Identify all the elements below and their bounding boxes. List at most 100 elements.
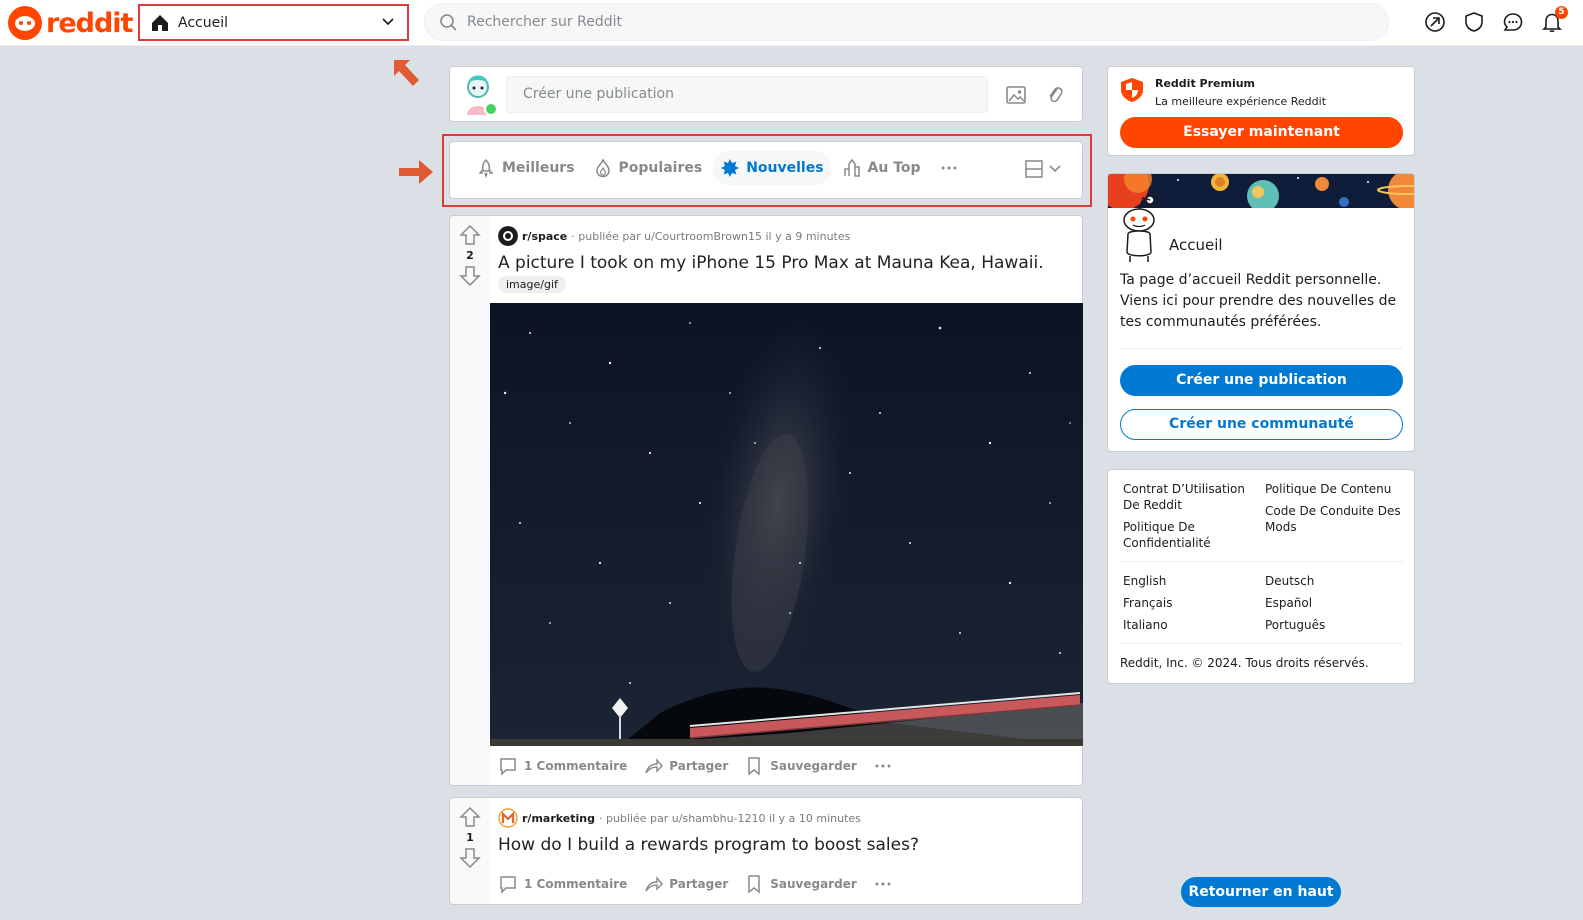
sort-best-label: Meilleurs [502,160,575,176]
share-button[interactable]: Partager [643,756,728,776]
divider [1120,561,1403,562]
create-post-input[interactable]: Créer une publication [506,76,988,113]
sort-top-tab[interactable]: Au Top [834,151,929,185]
card-layout-icon [1025,160,1043,178]
share-label: Partager [669,759,729,773]
create-post-card: Créer une publication [449,66,1083,122]
view-layout-dropdown[interactable] [1024,159,1062,179]
create-post-button[interactable]: Créer une publication [1120,365,1403,396]
language-french-link[interactable]: Français [1123,595,1261,611]
search-icon [440,14,457,31]
save-button[interactable]: Sauvegarder [744,756,857,776]
language-english-link[interactable]: English [1123,573,1261,589]
search-input[interactable]: Rechercher sur Reddit [424,3,1389,41]
language-italian-link[interactable]: Italiano [1123,617,1261,633]
popular-button[interactable] [1424,11,1446,33]
snoo-mascot-icon [1123,195,1155,262]
reddit-logo[interactable]: reddit [8,6,133,40]
comments-button[interactable]: 1 Commentaire [498,756,627,776]
reddit-snoo-icon [8,6,42,40]
content-policy-link[interactable]: Politique De Contenu [1265,481,1403,497]
sort-best-tab[interactable]: Meilleurs [468,151,583,185]
image-upload-icon[interactable] [1005,84,1027,106]
share-label: Partager [669,877,729,891]
vote-count: 2 [466,249,474,262]
back-to-top-button[interactable]: Retourner en haut [1181,877,1341,907]
premium-subtitle: La meilleure expérience Reddit [1155,95,1327,108]
premium-shield-icon [1121,78,1143,102]
sort-more-button[interactable] [931,151,973,185]
sort-bar: Meilleurs Populaires Nouvelles Au Top [449,141,1083,199]
annotation-arrow-right-icon [399,160,433,184]
downvote-icon[interactable] [459,847,481,869]
comment-icon [500,758,516,776]
author-link[interactable]: u/shambhu-1210 [672,812,766,825]
home-info-card: Accueil Ta page d’accueil Reddit personn… [1107,173,1415,452]
premium-card: Reddit Premium La meilleure expérience R… [1107,66,1415,156]
chat-button[interactable] [1502,11,1524,33]
home-feed-dropdown[interactable]: Accueil [138,4,409,41]
sort-new-tab[interactable]: Nouvelles [712,151,832,185]
save-button[interactable]: Sauvegarder [744,874,857,894]
post-image[interactable] [490,303,1083,746]
premium-title: Reddit Premium [1155,77,1256,90]
home-card-title: Accueil [1169,236,1223,254]
downvote-icon[interactable] [459,265,481,287]
privacy-policy-link[interactable]: Politique De Confidentialité [1123,519,1261,551]
subreddit-link[interactable]: r/space [522,230,567,243]
vote-column: 1 [450,798,490,904]
upvote-icon[interactable] [459,224,481,246]
mod-code-link[interactable]: Code De Conduite Des Mods [1265,503,1403,535]
copyright-text: Reddit, Inc. © 2024. Tous droits réservé… [1120,656,1369,670]
language-german-link[interactable]: Deutsch [1265,573,1403,589]
footer-links-card: Contrat D’Utilisation De Reddit Politiqu… [1107,469,1415,684]
try-premium-button[interactable]: Essayer maintenant [1120,117,1403,148]
comments-button[interactable]: 1 Commentaire [498,874,627,894]
vote-column: 2 [450,216,490,785]
home-icon [152,14,168,31]
subreddit-link[interactable]: r/marketing [522,812,595,825]
share-icon [645,876,664,892]
home-dropdown-label: Accueil [178,14,228,31]
upvote-icon[interactable] [459,806,481,828]
more-horizontal-icon [941,166,957,170]
moderation-button[interactable] [1463,11,1485,33]
post-title[interactable]: A picture I took on my iPhone 15 Pro Max… [498,253,1044,273]
share-button[interactable]: Partager [643,874,728,894]
home-card-description: Ta page d’accueil Reddit personnelle. Vi… [1120,272,1397,330]
posted-by-label: · publiée par [571,229,641,243]
comments-label: 1 Commentaire [524,877,628,891]
rocket-icon [478,158,494,178]
bookmark-icon [748,757,760,776]
post-more-button[interactable] [873,756,893,776]
user-agreement-link[interactable]: Contrat D’Utilisation De Reddit [1123,481,1261,513]
sort-new-label: Nouvelles [746,160,824,176]
post-card[interactable]: 2 r/space · publiée par u/CourtroomBrown… [449,215,1083,786]
top-navigation-bar: reddit Accueil Rechercher sur Reddit 5 [0,0,1583,46]
language-spanish-link[interactable]: Español [1265,595,1403,611]
sort-top-label: Au Top [867,160,921,176]
post-card[interactable]: 1 r/marketing · publiée par u/shambhu-12… [449,797,1083,905]
author-link[interactable]: u/CourtroomBrown15 [644,230,762,243]
sort-hot-tab[interactable]: Populaires [585,151,711,185]
create-community-button[interactable]: Créer une communauté [1120,409,1403,440]
link-icon[interactable] [1044,84,1066,106]
notifications-button[interactable]: 5 [1541,6,1568,33]
language-portuguese-link[interactable]: Português [1265,617,1403,633]
post-time: il y a 10 minutes [769,811,861,825]
annotation-arrow-diagonal-icon [394,60,419,86]
user-avatar[interactable] [458,71,498,117]
shield-icon [1465,12,1483,32]
post-title[interactable]: How do I build a rewards program to boos… [498,835,919,855]
post-time: il y a 9 minutes [765,229,851,243]
subreddit-marketing-icon[interactable] [498,808,518,828]
comment-icon [500,876,516,894]
bookmark-icon [748,875,760,894]
burst-icon [721,159,740,177]
top-chart-icon [843,158,860,177]
post-more-button[interactable] [873,874,893,894]
save-label: Sauvegarder [770,759,857,773]
share-icon [645,758,664,774]
subreddit-space-icon[interactable] [498,226,518,246]
post-flair[interactable]: image/gif [498,276,566,293]
